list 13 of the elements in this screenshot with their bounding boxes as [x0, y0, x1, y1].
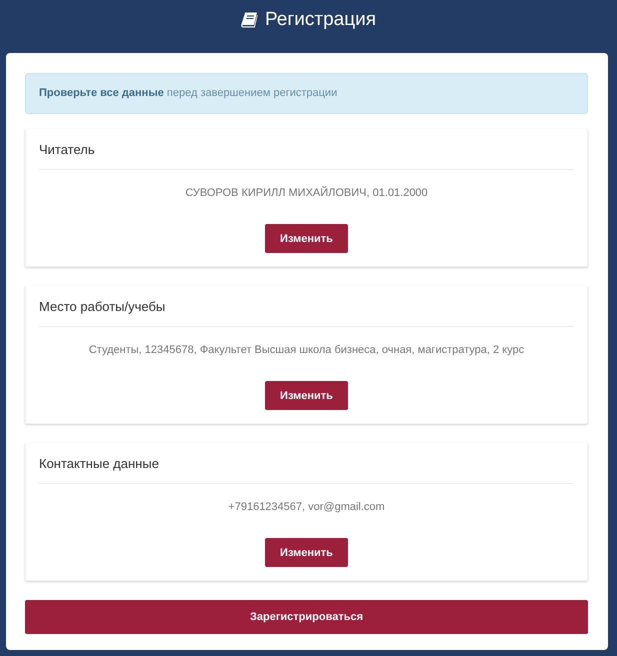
section-title: Читатель — [39, 142, 95, 156]
section-value: Студенты, 12345678, Факультет Высшая школа бизнеса, очная, магистратура, 2 курс — [88, 343, 524, 358]
page-title: Регистрация — [264, 8, 376, 32]
register-button[interactable]: Зарегистрироваться — [25, 600, 588, 634]
section-title: Контактные данные — [39, 456, 159, 470]
section-value: СУВОРОВ КИРИЛЛ МИХАЙЛОВИЧ, 01.01.2000 — [185, 185, 428, 201]
section-title: Место работы/учебы — [39, 298, 166, 314]
edit-button[interactable]: Изменить — [265, 381, 348, 410]
edit-button[interactable]: Изменить — [265, 538, 348, 567]
info-alert: Проверьте все данные перед завершением регистрации — [25, 73, 588, 114]
book-icon — [240, 12, 258, 28]
section-value: +79161234567, vor@gmail.com — [228, 500, 385, 515]
edit-button[interactable]: Изменить — [265, 224, 348, 253]
